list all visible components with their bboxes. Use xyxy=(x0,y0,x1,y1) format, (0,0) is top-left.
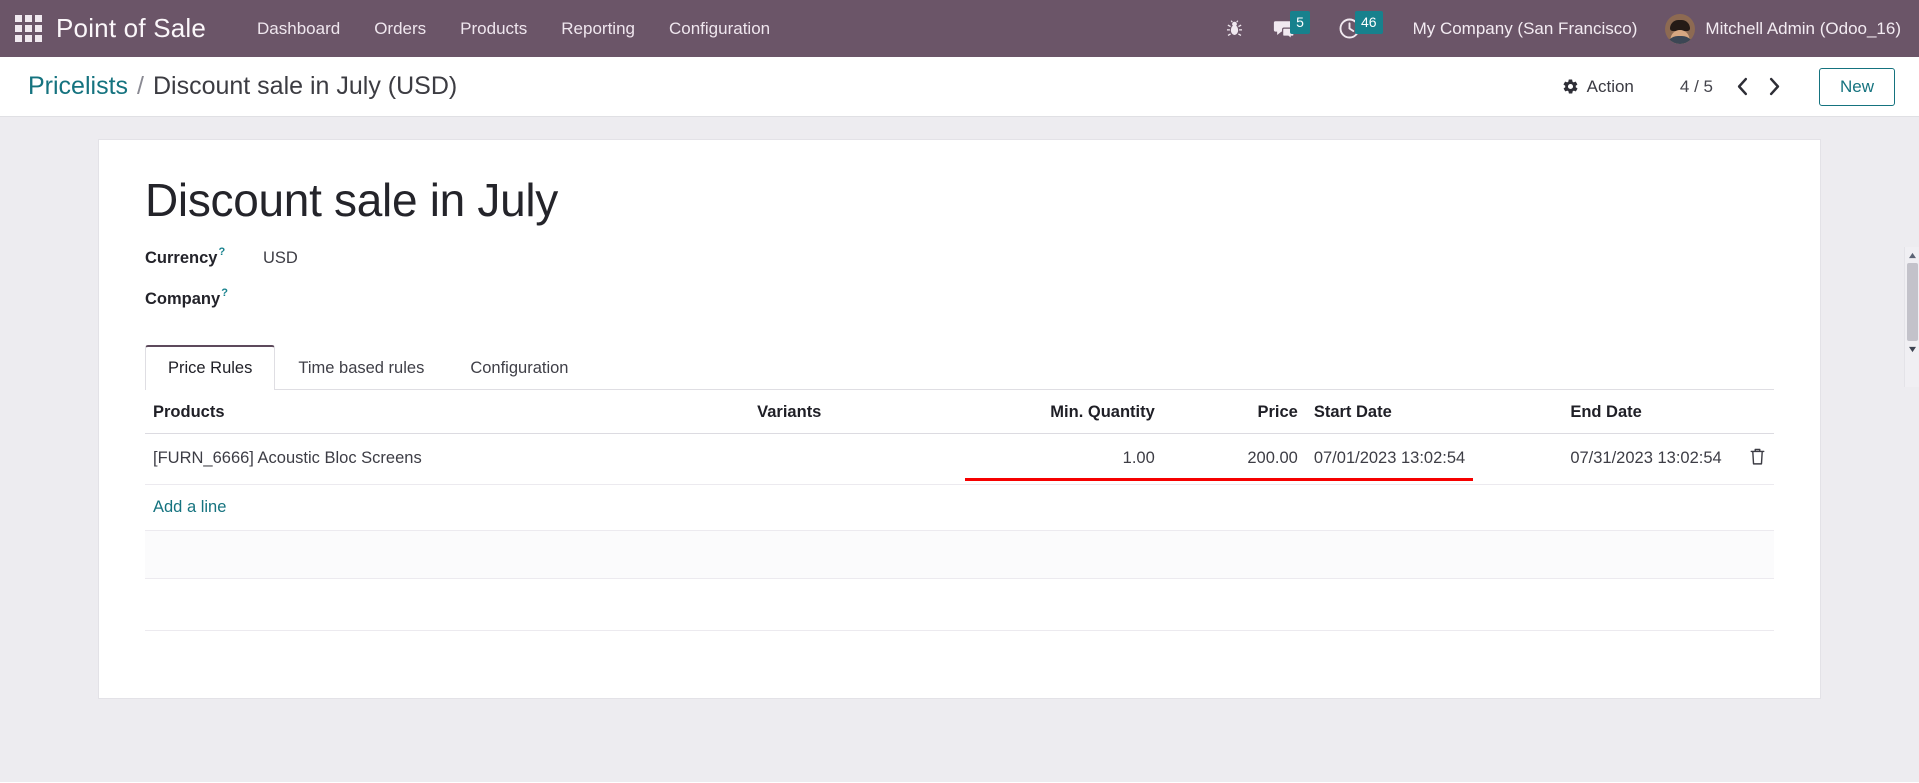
cell-products[interactable]: [FURN_6666] Acoustic Bloc Screens xyxy=(145,433,750,485)
table-row[interactable]: [FURN_6666] Acoustic Bloc Screens 1.00 2… xyxy=(145,433,1774,485)
record-title[interactable]: Discount sale in July xyxy=(145,174,1774,227)
price-rules-table-body: [FURN_6666] Acoustic Bloc Screens 1.00 2… xyxy=(145,433,1774,631)
action-menu-button[interactable]: Action xyxy=(1550,71,1646,103)
cell-min-quantity[interactable]: 1.00 xyxy=(955,433,1163,485)
user-menu-button[interactable]: Mitchell Admin (Odoo_16) xyxy=(1653,13,1901,44)
field-company-tooltip-icon[interactable]: ? xyxy=(221,287,228,299)
pager-next-button[interactable] xyxy=(1761,72,1789,102)
chevron-right-icon xyxy=(1770,77,1780,96)
column-header-price[interactable]: Price xyxy=(1162,389,1306,434)
breadcrumb-current: Discount sale in July (USD) xyxy=(152,72,458,100)
pager-previous-button[interactable] xyxy=(1729,72,1757,102)
price-rules-list-wrapper: Products Variants Min. Quantity Price St… xyxy=(99,389,1820,631)
activities-badge: 46 xyxy=(1354,11,1383,34)
column-header-actions xyxy=(1741,389,1774,434)
price-rules-table-head: Products Variants Min. Quantity Price St… xyxy=(145,389,1774,434)
cell-end-date[interactable]: 07/31/2023 13:02:54 xyxy=(1562,433,1741,485)
vertical-scrollbar[interactable] xyxy=(1904,247,1919,387)
caret-up-icon xyxy=(1909,252,1916,258)
new-record-button[interactable]: New xyxy=(1818,67,1895,106)
apps-grid-icon xyxy=(14,15,42,42)
notebook-tabs: Price Rules Time based rules Configurati… xyxy=(145,344,1774,390)
menu-item-orders[interactable]: Orders xyxy=(357,11,443,47)
action-label: Action xyxy=(1586,76,1634,96)
table-filler-row-2 xyxy=(145,578,1774,631)
field-currency-tooltip-icon[interactable]: ? xyxy=(218,246,225,258)
add-line-row: Add a line xyxy=(145,484,1774,531)
gear-icon xyxy=(1563,79,1578,94)
messages-button[interactable]: 5 xyxy=(1258,0,1324,57)
notebook: Price Rules Time based rules Configurati… xyxy=(145,344,1774,390)
column-header-products[interactable]: Products xyxy=(145,389,750,434)
field-currency-label-text: Currency xyxy=(145,248,218,267)
apps-menu-button[interactable] xyxy=(0,0,56,57)
field-company-label: Company ? xyxy=(145,287,263,309)
tab-price-rules[interactable]: Price Rules xyxy=(145,344,276,390)
price-rules-table: Products Variants Min. Quantity Price St… xyxy=(145,389,1774,631)
user-name-label: Mitchell Admin (Odoo_16) xyxy=(1705,18,1901,38)
cell-delete xyxy=(1741,433,1774,485)
control-panel-right: Action 4 / 5 New xyxy=(1550,67,1895,106)
bug-icon xyxy=(1226,20,1243,37)
tab-configuration[interactable]: Configuration xyxy=(447,345,591,390)
table-filler-row-1 xyxy=(145,530,1774,579)
menu-item-reporting[interactable]: Reporting xyxy=(544,11,652,47)
menu-item-products[interactable]: Products xyxy=(443,11,544,47)
filler-cell-1 xyxy=(145,530,1774,579)
field-currency-value[interactable]: USD xyxy=(263,249,298,268)
control-panel: Pricelists / Discount sale in July (USD)… xyxy=(0,57,1919,117)
tab-time-based-rules[interactable]: Time based rules xyxy=(275,345,447,390)
add-a-line-link[interactable]: Add a line xyxy=(153,498,226,516)
top-navbar: Point of Sale Dashboard Orders Products … xyxy=(0,0,1919,57)
activities-button[interactable]: 46 xyxy=(1324,0,1397,57)
breadcrumb-separator: / xyxy=(137,72,144,100)
sheet-content: Discount sale in July Currency ? USD Com… xyxy=(99,174,1820,390)
user-avatar xyxy=(1665,13,1696,44)
filler-cell-2 xyxy=(145,578,1774,631)
field-currency-row: Currency ? USD xyxy=(145,246,1774,273)
pager: 4 / 5 xyxy=(1680,72,1789,102)
main-menu: Dashboard Orders Products Reporting Conf… xyxy=(240,11,787,47)
breadcrumb-pricelists[interactable]: Pricelists xyxy=(28,72,128,101)
navbar-right-tools: 5 46 My Company (San Francisco) Mitchell… xyxy=(1211,0,1901,57)
column-header-end-date[interactable]: End Date xyxy=(1562,389,1741,434)
trash-icon xyxy=(1750,448,1765,465)
field-currency-label: Currency ? xyxy=(145,246,263,268)
company-switcher[interactable]: My Company (San Francisco) xyxy=(1397,19,1654,39)
messages-badge: 5 xyxy=(1289,11,1310,34)
cell-variants[interactable] xyxy=(749,433,956,485)
menu-item-configuration[interactable]: Configuration xyxy=(652,11,787,47)
pager-count[interactable]: 4 / 5 xyxy=(1680,77,1713,97)
form-view-body: Discount sale in July Currency ? USD Com… xyxy=(0,117,1919,782)
menu-item-dashboard[interactable]: Dashboard xyxy=(240,11,357,47)
cell-start-date[interactable]: 07/01/2023 13:02:54 xyxy=(1305,433,1563,485)
field-company-row: Company ? xyxy=(145,287,1774,314)
scroll-up-button[interactable] xyxy=(1905,247,1919,263)
chevron-left-icon xyxy=(1738,77,1748,96)
delete-row-button[interactable] xyxy=(1749,447,1766,470)
scrollbar-thumb[interactable] xyxy=(1907,263,1918,341)
record-sheet: Discount sale in July Currency ? USD Com… xyxy=(98,139,1821,699)
add-line-cell: Add a line xyxy=(145,484,1774,531)
caret-down-icon xyxy=(1909,346,1916,352)
cell-price[interactable]: 200.00 xyxy=(1162,433,1306,485)
scroll-down-button[interactable] xyxy=(1905,341,1919,357)
column-header-min-quantity[interactable]: Min. Quantity xyxy=(955,389,1163,434)
table-header-row: Products Variants Min. Quantity Price St… xyxy=(145,389,1774,434)
field-company-label-text: Company xyxy=(145,289,221,308)
app-brand-title[interactable]: Point of Sale xyxy=(56,13,206,44)
column-header-variants[interactable]: Variants xyxy=(749,389,956,434)
debug-menu-button[interactable] xyxy=(1211,0,1258,57)
column-header-start-date[interactable]: Start Date xyxy=(1305,389,1563,434)
breadcrumb: Pricelists / Discount sale in July (USD) xyxy=(28,72,457,101)
